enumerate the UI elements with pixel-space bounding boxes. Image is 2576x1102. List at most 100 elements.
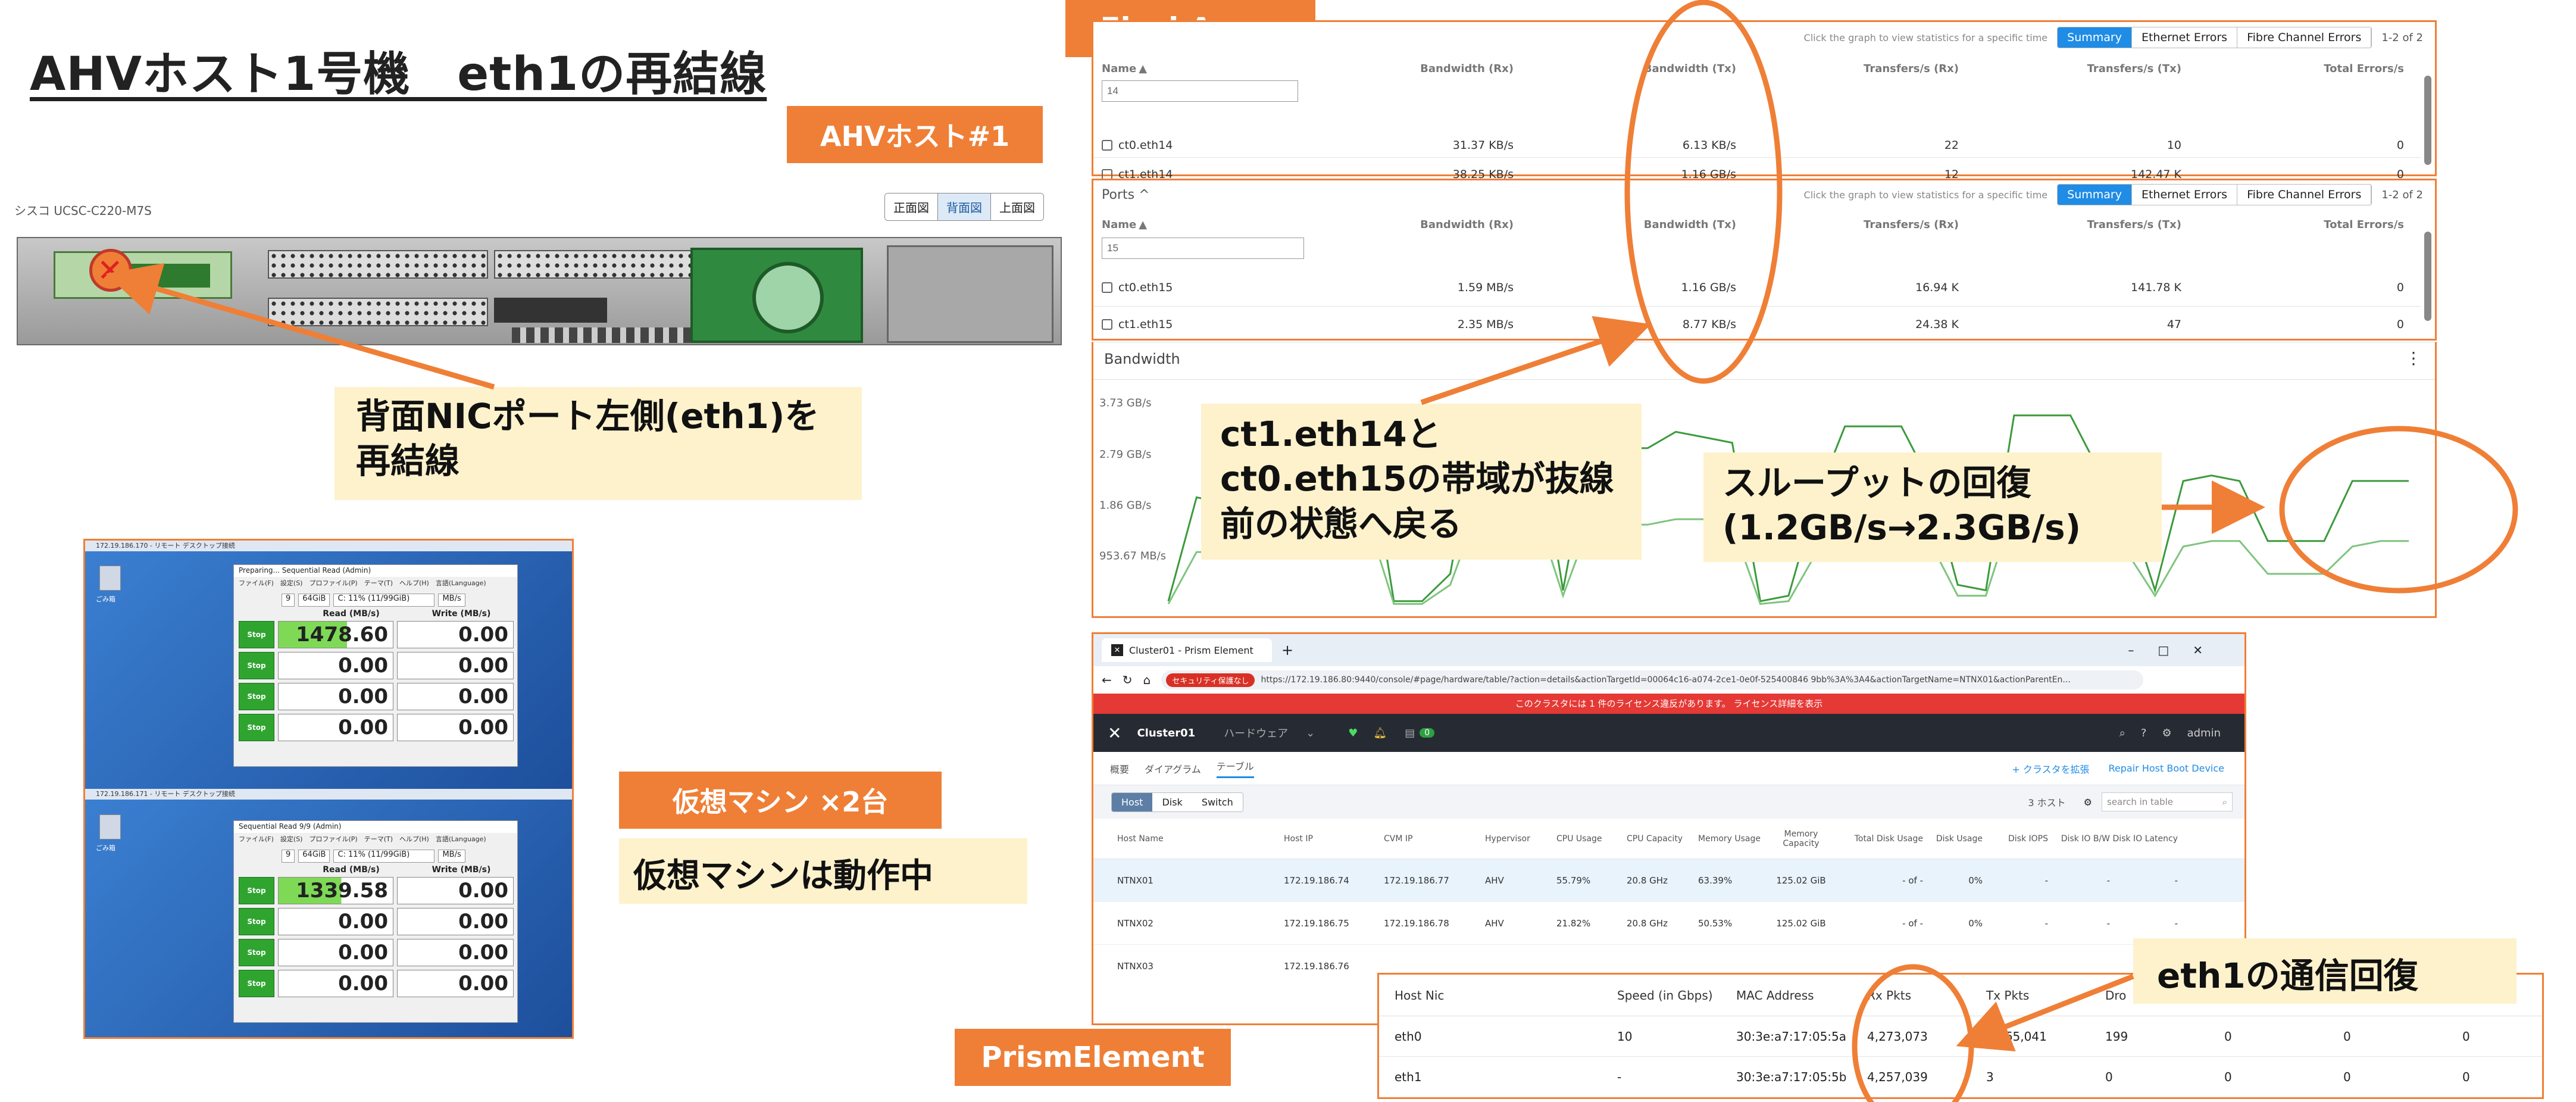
stop-button[interactable]: Stop: [239, 970, 274, 997]
address-bar[interactable]: セキュリティ保護なし https://172.19.186.80:9440/co…: [1161, 670, 2143, 689]
col-bw-tx[interactable]: Bandwidth (Tx): [1530, 218, 1753, 231]
gear-icon[interactable]: ⚙: [2162, 727, 2171, 739]
table-row[interactable]: ct0.eth15 1.59 MB/s 1.16 GB/s 16.94 K 14…: [1093, 269, 2421, 307]
tab-fc-errors[interactable]: Fibre Channel Errors: [2237, 27, 2372, 48]
cluster-name[interactable]: Cluster01: [1137, 727, 1195, 739]
tasks-icon[interactable]: ▤: [1405, 727, 1415, 739]
graph-hint: Click the graph to view statistics for a…: [1803, 189, 2048, 201]
health-heart-icon[interactable]: ♥: [1348, 727, 1358, 739]
server-model-label: シスコ UCSC-C220-M7S: [14, 204, 152, 218]
cdm-menu[interactable]: ファイル(F) 設定(S) プロファイル(P) テーマ(T) ヘルプ(H) 言語…: [234, 833, 517, 844]
table-row[interactable]: eth1 - 30:3e:a7:17:05:5b 4,257,039 3 0 0…: [1379, 1057, 2542, 1097]
table-row[interactable]: NTNX01 172.19.186.74 172.19.186.77 AHV 5…: [1093, 859, 2244, 902]
reload-icon[interactable]: ↻: [1123, 673, 1133, 687]
tab-summary[interactable]: Summary: [2058, 185, 2132, 205]
help-icon[interactable]: ?: [2141, 727, 2147, 739]
scrollbar[interactable]: [2424, 76, 2431, 165]
write-value: 0.00: [397, 621, 514, 648]
stop-button[interactable]: Stop: [239, 939, 274, 966]
table-row[interactable]: ct1.eth15 2.35 MB/s 8.77 KB/s 24.38 K 47…: [1093, 307, 2421, 342]
unit-select[interactable]: MB/s: [438, 594, 465, 607]
tab-ethernet-errors[interactable]: Ethernet Errors: [2132, 185, 2238, 205]
stop-button[interactable]: Stop: [239, 621, 274, 648]
name-filter-input[interactable]: [1102, 238, 1304, 259]
browser-tab[interactable]: ✕ Cluster01 - Prism Element: [1102, 638, 1272, 662]
pager: 1-2 of 2: [2381, 188, 2423, 201]
chevron-down-icon[interactable]: ⌄: [1306, 727, 1315, 739]
table-row[interactable]: NTNX02 172.19.186.75 172.19.186.78 AHV 2…: [1093, 902, 2244, 945]
subnav-overview[interactable]: 概要: [1110, 761, 1129, 776]
view-front-button[interactable]: 正面図: [885, 193, 938, 220]
stop-button[interactable]: Stop: [239, 877, 274, 904]
alert-bell-icon[interactable]: 🔔︎: [1373, 727, 1387, 739]
stop-button[interactable]: Stop: [239, 714, 274, 741]
count-select[interactable]: 9: [282, 594, 295, 607]
recycle-bin-icon[interactable]: [99, 566, 121, 591]
prism-header: ✕ Cluster01 ハードウェア ⌄ ♥ 🔔︎ ▤ 0 ⌕ ? ⚙ admi…: [1093, 714, 2244, 752]
stop-button[interactable]: Stop: [239, 652, 274, 679]
stop-button[interactable]: Stop: [239, 683, 274, 710]
col-xfer-rx[interactable]: Transfers/s (Rx): [1753, 63, 1975, 75]
col-errors[interactable]: Total Errors/s: [2198, 218, 2421, 231]
read-header: Read (MB/s): [323, 865, 380, 875]
row-checkbox[interactable]: [1102, 282, 1112, 293]
tab-summary[interactable]: Summary: [2058, 27, 2132, 48]
subnav-table[interactable]: テーブル: [1216, 758, 1254, 778]
back-icon[interactable]: ←: [1102, 673, 1112, 687]
tab-fc-errors[interactable]: Fibre Channel Errors: [2237, 185, 2372, 205]
view-top-button[interactable]: 上面図: [991, 193, 1043, 220]
cdm-menu[interactable]: ファイル(F) 設定(S) プロファイル(P) テーマ(T) ヘルプ(H) 言語…: [234, 577, 517, 588]
search-icon: ⌕: [2222, 797, 2227, 807]
read-value: 0.00: [278, 908, 393, 935]
drive-select[interactable]: C: 11% (11/99GiB): [333, 594, 435, 607]
stop-button[interactable]: Stop: [239, 908, 274, 935]
table-row[interactable]: eth0 10 30:3e:a7:17:05:5a 4,273,073 1,26…: [1379, 1016, 2542, 1057]
col-xfer-tx[interactable]: Transfers/s (Tx): [1975, 218, 2198, 231]
repair-boot-link[interactable]: Repair Host Boot Device: [2109, 763, 2224, 774]
insecure-badge[interactable]: セキュリティ保護なし: [1166, 673, 1255, 687]
col-xfer-rx[interactable]: Transfers/s (Rx): [1753, 218, 1975, 231]
size-select[interactable]: 64GiB: [298, 594, 330, 607]
view-host[interactable]: Host: [1112, 792, 1153, 811]
search-icon[interactable]: ⌕: [2119, 727, 2125, 739]
col-name[interactable]: Name: [1102, 63, 1136, 75]
table-header: Name ▲ Bandwidth (Rx) Bandwidth (Tx) Tran…: [1093, 63, 2421, 75]
home-icon[interactable]: ⌂: [1143, 673, 1151, 687]
col-bw-rx[interactable]: Bandwidth (Rx): [1308, 218, 1530, 231]
drive-select[interactable]: C: 11% (11/99GiB): [333, 850, 435, 863]
license-banner[interactable]: このクラスタには 1 件のライセンス違反があります。 ライセンス詳細を表示: [1093, 694, 2244, 714]
col-errors[interactable]: Total Errors/s: [2198, 63, 2421, 75]
user-menu[interactable]: admin: [2187, 727, 2221, 739]
row-checkbox[interactable]: [1102, 139, 1112, 151]
name-filter-input[interactable]: [1102, 80, 1298, 102]
expand-cluster-link[interactable]: + クラスタを拡張: [2012, 761, 2089, 776]
scrollbar[interactable]: [2424, 232, 2431, 321]
view-switch-btn[interactable]: Switch: [1192, 792, 1243, 811]
col-name[interactable]: Name: [1102, 218, 1136, 231]
window-controls[interactable]: –□✕: [2128, 643, 2227, 657]
gear-icon[interactable]: ⚙: [2084, 797, 2092, 808]
col-bw-rx[interactable]: Bandwidth (Rx): [1308, 63, 1530, 75]
subnav-diagram[interactable]: ダイアグラム: [1145, 761, 1201, 776]
count-select[interactable]: 9: [282, 850, 295, 863]
more-menu-icon[interactable]: ⋮: [2405, 348, 2422, 368]
view-rear-button[interactable]: 背面図: [938, 193, 991, 220]
col-xfer-tx[interactable]: Transfers/s (Tx): [1975, 63, 2198, 75]
recycle-bin-label: ごみ箱: [96, 844, 115, 852]
view-disk[interactable]: Disk: [1152, 792, 1192, 811]
row-checkbox[interactable]: [1102, 319, 1112, 330]
read-value: 0.00: [278, 970, 393, 997]
row-checkbox[interactable]: [1102, 168, 1112, 180]
write-header: Write (MB/s): [432, 609, 491, 619]
table-search[interactable]: search in table ⌕: [2102, 792, 2233, 811]
url-text[interactable]: https://172.19.186.80:9440/console/#page…: [1261, 675, 2070, 685]
col-bw-tx[interactable]: Bandwidth (Tx): [1530, 63, 1753, 75]
write-value: 0.00: [397, 714, 514, 741]
size-select[interactable]: 64GiB: [298, 850, 330, 863]
table-row[interactable]: ct0.eth14 31.37 KB/s 6.13 KB/s 22 10 0: [1093, 133, 2421, 158]
new-tab-icon[interactable]: +: [1281, 642, 1293, 658]
main-menu[interactable]: ハードウェア: [1224, 725, 1288, 741]
tab-ethernet-errors[interactable]: Ethernet Errors: [2132, 27, 2238, 48]
unit-select[interactable]: MB/s: [438, 850, 465, 863]
recycle-bin-icon[interactable]: [99, 814, 121, 839]
